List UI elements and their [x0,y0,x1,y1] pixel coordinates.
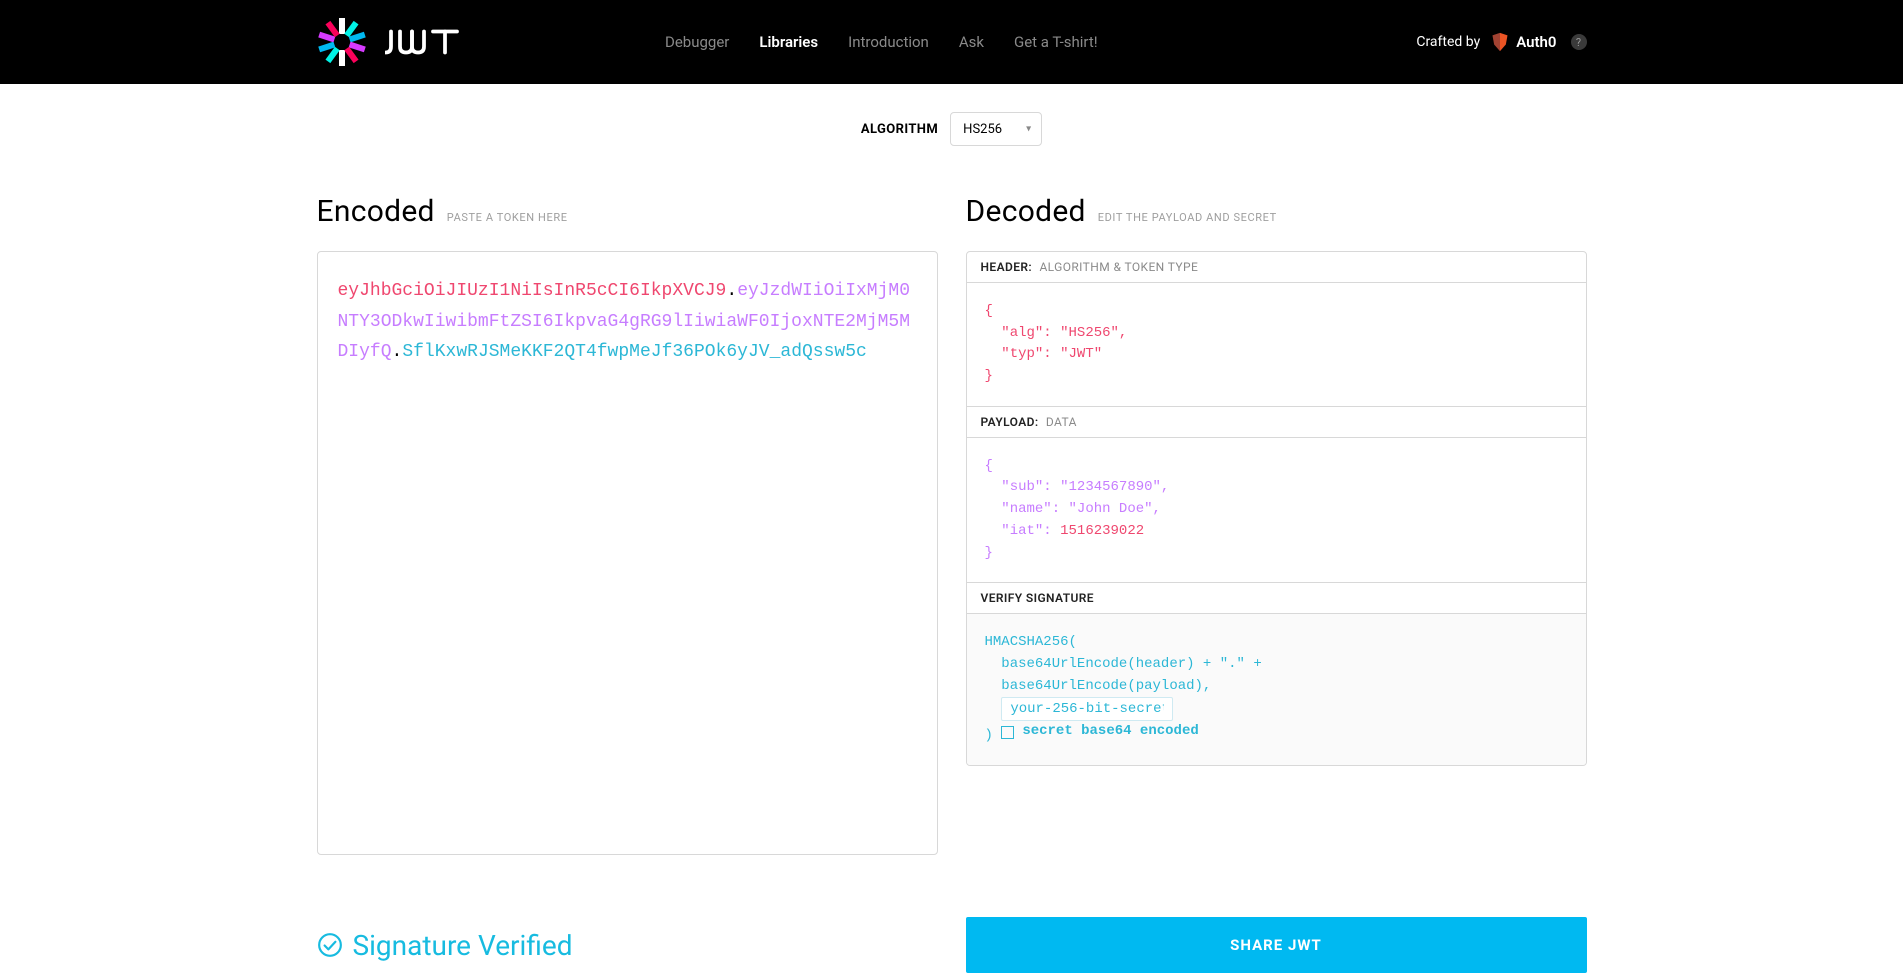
decoded-payload-label: PAYLOAD: [981,415,1039,429]
decoded-payload-editor[interactable]: { "sub": "1234567890", "name": "John Doe… [967,438,1586,582]
help-icon[interactable]: ? [1571,34,1587,50]
decoded-header-label: HEADER: [981,260,1033,274]
decoded-signature-label: VERIFY SIGNATURE [981,591,1094,605]
encoded-token-editor[interactable]: eyJhbGciOiJIUzI1NiIsInR5cCI6IkpXVCJ9.eyJ… [317,251,938,855]
check-circle-icon [317,932,343,958]
token-header-segment: eyJhbGciOiJIUzI1NiIsInR5cCI6IkpXVCJ9 [338,281,727,301]
signature-verified-text: Signature Verified [353,929,573,962]
decoded-signature-section: VERIFY SIGNATURE HMACSHA256( base64UrlEn… [967,583,1586,765]
decoded-column: Decoded EDIT THE PAYLOAD AND SECRET HEAD… [966,194,1587,766]
decoded-header-editor[interactable]: { "alg": "HS256", "typ": "JWT" } [967,283,1586,406]
token-dot-1: . [726,281,737,301]
auth0-shield-icon [1490,32,1510,52]
secret-base64-label: secret base64 encoded [1022,721,1198,743]
algorithm-label: ALGORITHM [861,122,938,137]
nav-link-libraries[interactable]: Libraries [759,33,818,51]
sig-line-3: base64UrlEncode(payload), [985,678,1212,694]
decoded-signature-body: HMACSHA256( base64UrlEncode(header) + ".… [967,614,1586,765]
decoded-payload-bar: PAYLOAD: DATA [967,407,1586,438]
crafted-by-label: Crafted by [1416,34,1480,50]
nav-links: Debugger Libraries Introduction Ask Get … [665,33,1098,51]
decoded-title: Decoded [966,194,1086,229]
secret-base64-checkbox[interactable] [1001,726,1014,739]
nav-link-introduction[interactable]: Introduction [848,33,929,51]
sig-close-paren: ) [985,728,1002,744]
payload-json-suffix: } [985,545,993,561]
algorithm-select[interactable]: HS256 ▾ [950,112,1042,146]
decoded-stack: HEADER: ALGORITHM & TOKEN TYPE { "alg": … [966,251,1587,766]
decoded-payload-section: PAYLOAD: DATA { "sub": "1234567890", "na… [967,407,1586,583]
algorithm-selected-value: HS256 [963,122,1002,137]
logo[interactable] [317,17,468,67]
share-jwt-button[interactable]: SHARE JWT [966,917,1587,973]
top-nav: Debugger Libraries Introduction Ask Get … [0,0,1903,84]
algorithm-row: ALGORITHM HS256 ▾ [0,84,1903,194]
decoded-hint: EDIT THE PAYLOAD AND SECRET [1098,211,1277,224]
encoded-hint: PASTE A TOKEN HERE [447,211,568,224]
token-signature-segment: SflKxwRJSMeKKF2QT4fwpMeJf36POk6yJV_adQss… [402,342,866,362]
signature-verified-status: Signature Verified [317,929,938,962]
decoded-title-row: Decoded EDIT THE PAYLOAD AND SECRET [966,194,1587,229]
sig-line-2: base64UrlEncode(header) + "." + [985,656,1262,672]
sig-line-1: HMACSHA256( [985,634,1077,650]
signature-secret-input[interactable] [1001,697,1173,721]
nav-left: Debugger Libraries Introduction Ask Get … [317,17,1098,67]
decoded-header-sublabel: ALGORITHM & TOKEN TYPE [1039,260,1198,274]
jwt-asterisk-icon [317,17,367,67]
bottom-row: Signature Verified SHARE JWT [317,917,1587,973]
auth0-link[interactable]: Auth0 [1490,32,1556,52]
decoded-header-bar: HEADER: ALGORITHM & TOKEN TYPE [967,252,1586,283]
decoded-header-section: HEADER: ALGORITHM & TOKEN TYPE { "alg": … [967,252,1586,407]
nav-link-tshirt[interactable]: Get a T-shirt! [1014,33,1098,51]
encoded-title: Encoded [317,194,435,229]
encoded-title-row: Encoded PASTE A TOKEN HERE [317,194,938,229]
decoded-payload-sublabel: DATA [1046,415,1077,429]
token-dot-2: . [392,342,403,362]
decoded-signature-bar: VERIFY SIGNATURE [967,583,1586,614]
encoded-column: Encoded PASTE A TOKEN HERE eyJhbGciOiJIU… [317,194,938,855]
jwt-wordmark-icon [385,27,468,57]
main-columns: Encoded PASTE A TOKEN HERE eyJhbGciOiJIU… [317,194,1587,895]
chevron-down-icon: ▾ [1026,124,1031,135]
nav-right: Crafted by Auth0 ? [1416,32,1586,52]
nav-inner: Debugger Libraries Introduction Ask Get … [317,17,1587,67]
nav-link-debugger[interactable]: Debugger [665,33,729,51]
payload-json-iat: 1516239022 [1060,523,1144,539]
auth0-text: Auth0 [1516,33,1556,51]
nav-link-ask[interactable]: Ask [959,33,984,51]
